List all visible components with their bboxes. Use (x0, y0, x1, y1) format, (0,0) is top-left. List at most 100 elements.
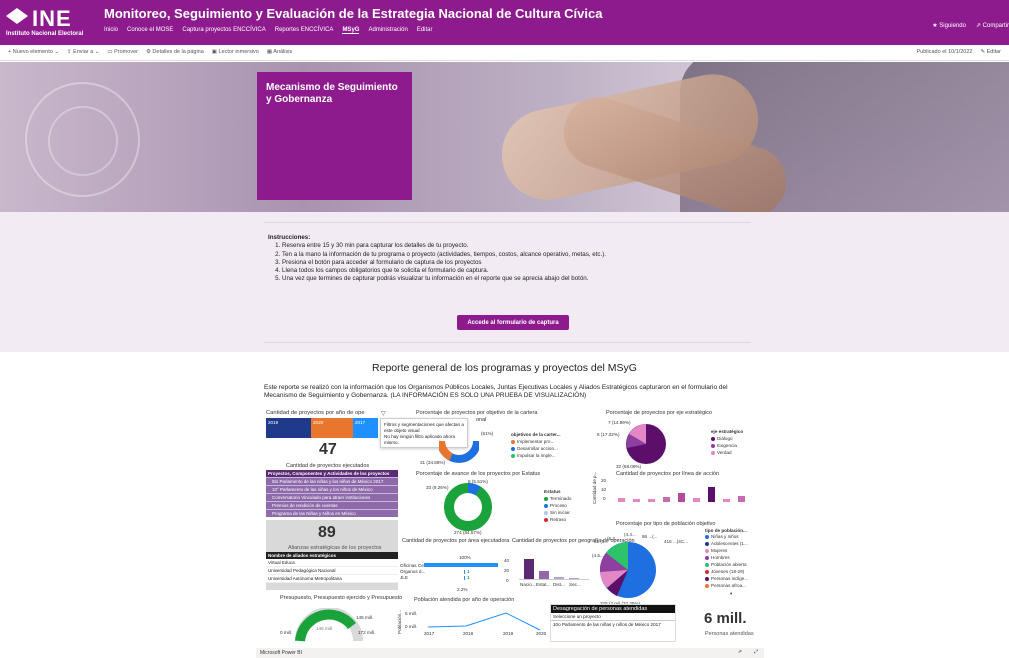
axis-legend-item[interactable]: Diálogo (711, 436, 733, 442)
table-row[interactable]: Virtual Educa (266, 559, 398, 567)
components-table[interactable]: Proyectos, Componentes y Actividades de … (266, 470, 398, 517)
year-label: 2019 (268, 420, 279, 425)
status-pct-a: 8 (5.51%) (468, 479, 488, 484)
bar[interactable] (524, 559, 534, 579)
budget-gauge[interactable] (294, 608, 364, 642)
objective-legend-item[interactable]: Desarrollar accion... (511, 446, 558, 452)
axis-pie[interactable] (621, 422, 671, 466)
year-tile-2017[interactable]: 2017 (353, 418, 378, 438)
bar[interactable] (708, 487, 715, 502)
table-row[interactable]: Programa de las Niñas y Niños en México (266, 510, 398, 517)
status-legend-item[interactable]: Sin iniciar (544, 510, 570, 516)
year-tile-2019[interactable]: 2019 (266, 418, 311, 438)
project-select[interactable]: Seleccione un proyecto (551, 613, 675, 621)
objective-legend-title: objetivos de la carter... (511, 432, 561, 437)
nav-administracion[interactable]: Administración (368, 27, 407, 34)
kpi-projects-title: Cantidad de proyectos por año de ope (266, 410, 365, 416)
attended-line-chart[interactable] (424, 608, 544, 633)
kpi-projects-label: Cantidad de proyectos ejecutados (286, 463, 370, 469)
population-legend-item[interactable]: Adolescentes (1... (705, 541, 748, 547)
share-icon[interactable]: ⇗ (738, 649, 742, 655)
bar[interactable] (618, 498, 625, 502)
table-row[interactable]: Conversatorio Vinculado para atraer inst… (266, 494, 398, 501)
budget-value: 145 mill. (316, 626, 334, 631)
population-legend-item[interactable]: Población abierta (705, 562, 747, 568)
status-legend-item[interactable]: Retraso (544, 517, 566, 523)
bar[interactable] (663, 497, 670, 502)
bar[interactable] (633, 499, 640, 502)
legend-scroll-down-icon[interactable]: ▾ (730, 591, 732, 597)
axis-legend-item[interactable]: Verdad (711, 450, 732, 456)
population-legend-item[interactable]: Mujeres (705, 548, 727, 554)
area-bar[interactable] (424, 563, 498, 567)
budget-max: 172 mill. (358, 630, 376, 635)
hero-title: Mecanismo de Seguimiento y Gobernanza (266, 82, 398, 105)
nav-inicio[interactable]: Inicio (104, 27, 118, 34)
bar[interactable] (738, 496, 745, 502)
status-legend-item[interactable]: Proceso (544, 503, 567, 509)
analytics-button[interactable]: ▦ Análisis (267, 49, 292, 55)
population-legend-item[interactable]: Jóvenes (18-29) (705, 569, 744, 575)
nav-editar[interactable]: Editar (417, 27, 433, 34)
area-bar[interactable] (464, 576, 465, 580)
promote-button[interactable]: ▭ Promover (107, 49, 138, 55)
population-pct: (4.4... (624, 532, 636, 537)
population-legend-item[interactable]: Personas afroa... (705, 583, 746, 589)
nav-captura[interactable]: Captura proyectos ENCCÍVICA (182, 27, 265, 34)
budget-min: 0 mill. (280, 630, 292, 635)
y-tick: 20 (601, 478, 607, 483)
nav-reportes[interactable]: Reportes ENCCÍVICA (275, 27, 334, 34)
page-details-button[interactable]: ⚙ Detalles de la página (146, 49, 204, 55)
area-bar[interactable] (464, 570, 465, 574)
site-title[interactable]: Monitoreo, Seguimiento y Evaluación de l… (104, 6, 602, 21)
table-row[interactable]: Premios de rendición de cuentas (266, 502, 398, 509)
bar[interactable] (648, 499, 655, 502)
follow-button[interactable]: ★ Siguiendo (932, 22, 966, 29)
bar[interactable] (569, 578, 579, 579)
nav-msyg[interactable]: MSyG (342, 27, 360, 34)
bar[interactable] (723, 499, 730, 502)
project-option[interactable]: 10o Parlamento de las niñas y niños de M… (551, 621, 675, 628)
area-pct: 100% (459, 555, 471, 560)
population-pct: (6.2... (607, 536, 619, 541)
ine-logo[interactable]: INE Instituto Nacional Electoral (4, 6, 100, 40)
budget-target: 145 mill. (356, 615, 374, 620)
x-tick: Estat... (536, 582, 551, 587)
share-button[interactable]: ⇗ Compartir (976, 22, 1009, 29)
attended-title: Población atendida por año de operación (414, 597, 515, 603)
line-action-bars[interactable] (616, 486, 750, 502)
year-tile-2020[interactable]: 2020 (311, 418, 353, 438)
objective-legend-item[interactable]: Impulsar la imple... (511, 453, 556, 459)
objective-legend-item[interactable]: Implementar pro... (511, 439, 554, 445)
geo-bars[interactable] (519, 558, 589, 580)
bar[interactable] (678, 493, 685, 502)
table-row[interactable]: Universidad Autónoma Metropolitana (266, 575, 398, 583)
disaggregation-title: Desagregación de personas atendidas (551, 605, 675, 613)
disaggregation-panel[interactable]: Desagregación de personas atendidas Sele… (550, 604, 676, 642)
table-row[interactable]: 10° Parlamento de las niñas y los niños … (266, 486, 398, 493)
population-legend-item[interactable]: Personas indíge... (705, 576, 748, 582)
status-pct-c: 274 (84.57%) (454, 530, 482, 535)
fullscreen-icon[interactable]: ⤢ (754, 649, 758, 655)
population-legend-item[interactable]: Niñas y niños (705, 534, 739, 540)
bar[interactable] (693, 498, 700, 502)
powerbi-report[interactable]: Cantidad de proyectos por año de ope 201… (264, 408, 754, 648)
status-title: Porcentaje de avance de los proyectos po… (416, 471, 541, 477)
status-legend-item[interactable]: Terminado (544, 496, 571, 502)
status-donut[interactable] (442, 481, 494, 533)
capture-form-button[interactable]: Accede al formulario de captura (457, 315, 569, 330)
population-legend-item[interactable]: Hombres (705, 555, 730, 561)
send-to-button[interactable]: ⇪ Enviar a ⌄ (67, 49, 99, 55)
table-row[interactable]: Universidad Pedagógica Nacional (266, 567, 398, 575)
bar[interactable] (554, 577, 564, 579)
axis-legend-item[interactable]: Exigencia (711, 443, 737, 449)
new-item-button[interactable]: + Nuevo elemento ⌄ (8, 49, 59, 55)
table-row[interactable]: 5to Parlamento de las niñas y los niños … (266, 478, 398, 485)
immersive-reader-button[interactable]: ▣ Lector inmersivo (212, 49, 259, 55)
nav-conoce-mose[interactable]: Conoce el MOSE (127, 27, 173, 34)
bar[interactable] (539, 571, 549, 579)
population-pie[interactable] (597, 540, 659, 600)
filter-icon[interactable]: ▽ (381, 410, 388, 417)
edit-button[interactable]: ✎ Editar (980, 49, 1001, 55)
logo-subtitle: Instituto Nacional Electoral (6, 31, 84, 37)
